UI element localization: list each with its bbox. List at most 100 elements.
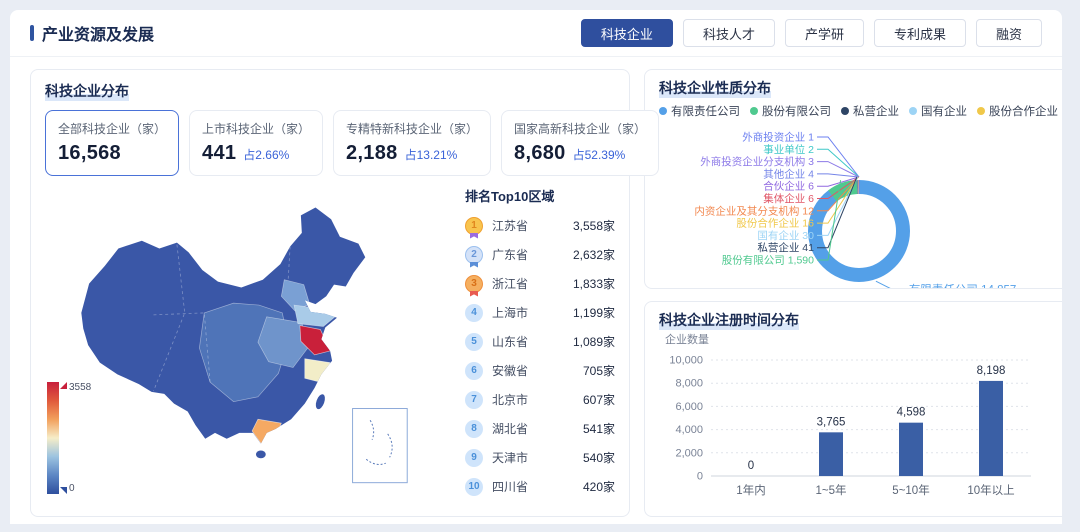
top10-row: 1江苏省3,558家	[465, 211, 615, 240]
region-count: 3,558家	[573, 217, 615, 234]
bar-value-label: 3,765	[817, 416, 846, 428]
map-region-hainan	[256, 450, 266, 458]
region-name: 山东省	[492, 333, 573, 350]
legend-item-有限责任公司[interactable]: 有限责任公司	[659, 103, 740, 119]
region-count: 541家	[583, 420, 615, 437]
rank-medal-icon: 3	[465, 275, 483, 293]
top10-list: 1江苏省3,558家2广东省2,632家 3 浙江省1,833家 4上海市1,199家…	[465, 211, 615, 501]
rank-medal-icon: 5	[465, 333, 483, 351]
rank-medal-icon: 7	[465, 391, 483, 409]
pie-label: 股份有限公司 1,590	[722, 254, 814, 267]
bar-5~10年[interactable]	[899, 423, 923, 476]
stat-card-3[interactable]: 专精特新科技企业（家）2,188占13.21%	[333, 110, 491, 176]
y-tick-label: 0	[697, 471, 703, 483]
region-count: 2,632家	[573, 246, 615, 263]
south-china-sea-inset	[353, 409, 408, 483]
top10-row: 5山东省1,089家	[465, 327, 615, 356]
rank-medal-icon: 4	[465, 304, 483, 322]
pie-label: 内资企业及其分支机构 12	[694, 204, 814, 217]
main: 科技企业分布 全部科技企业（家）16,568上市科技企业（家）441占2.66%…	[10, 57, 1062, 524]
legend-item-国有企业[interactable]: 国有企业	[909, 103, 967, 119]
left-body: 3558 0 排名Top10区域 1江苏省3,558家2广东省2,632家 3 浙江…	[45, 180, 615, 510]
stat-card-4[interactable]: 国家高新科技企业（家）8,680占52.39%	[501, 110, 659, 176]
stat-percent: 占52.39%	[573, 146, 626, 163]
tab-融资[interactable]: 融资	[976, 19, 1042, 47]
legend-item-股份合作企业[interactable]: 股份合作企业	[977, 103, 1058, 119]
bar-value-label: 4,598	[897, 407, 926, 419]
y-axis-title: 企业数量	[665, 332, 709, 346]
y-tick-label: 2,000	[675, 447, 703, 459]
header: 产业资源及发展 科技企业科技人才产学研专利成果融资	[10, 10, 1062, 57]
legend-item-私营企业[interactable]: 私营企业	[841, 103, 899, 119]
top10-row: 9天津市540家	[465, 443, 615, 472]
stat-value: 2,188	[346, 142, 398, 165]
region-count: 705家	[583, 362, 615, 379]
bar-10年以上[interactable]	[979, 381, 1003, 476]
rank-medal-icon: 9	[465, 449, 483, 467]
legend-dot-icon	[841, 107, 849, 115]
region-count: 1,833家	[573, 275, 615, 292]
rank-medal-icon: 10	[465, 478, 483, 496]
panel-enterprise-nature: 科技企业性质分布 有限责任公司股份有限公司私营企业国有企业股份合作企业内◀1/3…	[644, 69, 1062, 289]
top10-row: 2广东省2,632家	[465, 240, 615, 269]
nature-legend: 有限责任公司股份有限公司私营企业国有企业股份合作企业内◀1/3▶	[659, 103, 1062, 119]
pie-segment-有限责任公司[interactable]	[815, 187, 903, 275]
tab-科技企业[interactable]: 科技企业	[581, 19, 673, 47]
pie-label: 外商投资企业 1	[742, 131, 814, 144]
tab-bar: 科技企业科技人才产学研专利成果融资	[581, 19, 1042, 47]
region-name: 浙江省	[492, 275, 573, 292]
china-map[interactable]	[45, 188, 465, 510]
legend-dot-icon	[977, 107, 985, 115]
legend-min-marker-icon	[60, 487, 67, 494]
map-region-guangdong	[252, 419, 281, 444]
top10-row: 3 浙江省1,833家	[465, 269, 615, 298]
legend-label: 国有企业	[921, 103, 967, 119]
page-title: 产业资源及发展	[42, 21, 154, 45]
y-tick-label: 10,000	[669, 355, 703, 367]
legend-item-股份有限公司[interactable]: 股份有限公司	[750, 103, 831, 119]
top10-row: 6安徽省705家	[465, 356, 615, 385]
stat-label: 全部科技企业（家）	[58, 120, 166, 137]
top10-row: 4上海市1,199家	[465, 298, 615, 327]
pie-label: 国有企业 30	[757, 229, 814, 242]
legend-label: 股份合作企业	[989, 103, 1058, 119]
nature-chart[interactable]: 外商投资企业 1事业单位 2外商投资企业分支机构 3其他企业 4合伙企业 6集体…	[659, 119, 1045, 289]
pie-label: 有限责任公司 14,857	[909, 283, 1016, 289]
legend-dot-icon	[750, 107, 758, 115]
map-wrap: 3558 0	[45, 180, 465, 510]
gradient-bar	[47, 382, 59, 494]
map-region-zhejiang	[305, 359, 330, 382]
tab-科技人才[interactable]: 科技人才	[683, 19, 775, 47]
rank-medal-icon: 2	[465, 246, 483, 264]
legend-dot-icon	[659, 107, 667, 115]
pie-label: 集体企业 6	[763, 192, 814, 205]
legend-label: 有限责任公司	[671, 103, 740, 119]
panel-registration-time: 科技企业注册时间分布 企业数量02,0004,0006,0008,00010,0…	[644, 301, 1062, 517]
map-color-legend: 3558 0	[47, 382, 107, 494]
tab-专利成果[interactable]: 专利成果	[874, 19, 966, 47]
enterprise-nature-title: 科技企业性质分布	[659, 79, 771, 98]
legend-max-label: 3558	[69, 382, 91, 393]
tab-产学研[interactable]: 产学研	[785, 19, 864, 47]
right-column: 科技企业性质分布 有限责任公司股份有限公司私营企业国有企业股份合作企业内◀1/3…	[644, 69, 1062, 517]
x-tick-label: 1年内	[736, 483, 765, 497]
pie-label: 私营企业 41	[757, 241, 814, 254]
stat-cards: 全部科技企业（家）16,568上市科技企业（家）441占2.66%专精特新科技企…	[45, 110, 615, 176]
x-tick-label: 5~10年	[892, 483, 929, 497]
region-name: 北京市	[492, 391, 583, 408]
bar-value-label: 0	[748, 460, 754, 472]
time-chart[interactable]: 企业数量02,0004,0006,0008,00010,00001年内3,765…	[659, 330, 1045, 502]
legend-label: 股份有限公司	[762, 103, 831, 119]
stat-label: 国家高新科技企业（家）	[514, 120, 646, 137]
pie-label: 合伙企业 6	[763, 180, 814, 193]
dashboard: 产业资源及发展 科技企业科技人才产学研专利成果融资 科技企业分布 全部科技企业（…	[10, 10, 1062, 524]
region-count: 607家	[583, 391, 615, 408]
legend-dot-icon	[909, 107, 917, 115]
legend-label: 私营企业	[853, 103, 899, 119]
bar-1~5年[interactable]	[819, 432, 843, 476]
bar-value-label: 8,198	[977, 365, 1006, 377]
top10-title: 排名Top10区域	[465, 186, 615, 205]
stat-card-2[interactable]: 上市科技企业（家）441占2.66%	[189, 110, 323, 176]
stat-card-1[interactable]: 全部科技企业（家）16,568	[45, 110, 179, 176]
page-title-wrap: 产业资源及发展	[30, 21, 154, 45]
